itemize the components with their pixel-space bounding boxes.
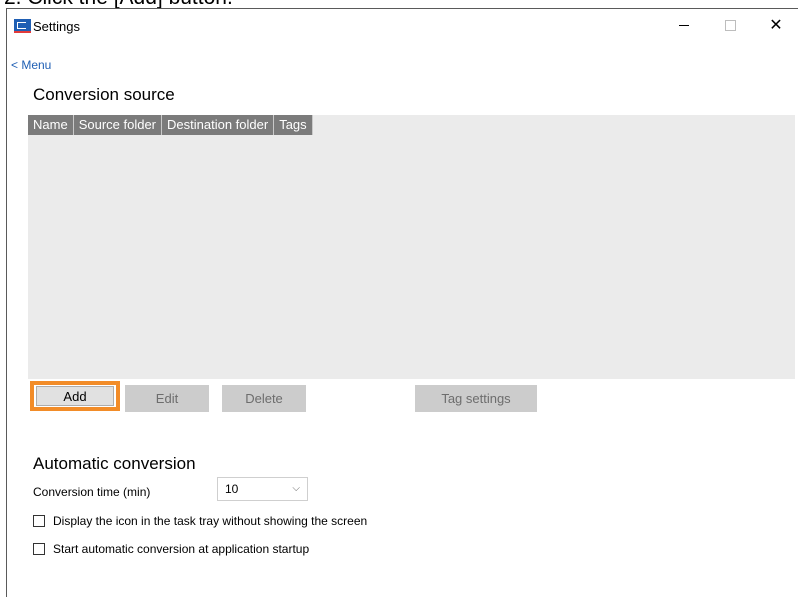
- edit-button[interactable]: Edit: [125, 385, 209, 412]
- instruction-caption: 2. Click the [Add] button.: [0, 0, 798, 8]
- close-button[interactable]: ✕: [753, 9, 798, 41]
- conversion-time-label: Conversion time (min): [33, 485, 151, 499]
- menu-back-link[interactable]: < Menu: [11, 58, 51, 72]
- startup-option-label: Start automatic conversion at applicatio…: [53, 542, 310, 556]
- add-button[interactable]: Add: [30, 381, 120, 411]
- conversion-source-table[interactable]: Name Source folder Destination folder Ta…: [28, 115, 795, 379]
- conversion-time-value: 10: [225, 482, 239, 496]
- conversion-time-select[interactable]: 10 ⌵: [217, 477, 308, 501]
- add-button-label: Add: [36, 386, 114, 406]
- startup-option-checkbox[interactable]: [33, 543, 45, 555]
- settings-window: Settings ✕ < Menu Conversion source Name…: [6, 8, 798, 597]
- minimize-button[interactable]: [661, 9, 707, 41]
- tray-option-label: Display the icon in the task tray withou…: [53, 514, 368, 528]
- column-header-destination-folder[interactable]: Destination folder: [162, 115, 275, 135]
- automatic-conversion-title: Automatic conversion: [33, 454, 196, 473]
- app-icon: [14, 19, 31, 33]
- maximize-button[interactable]: [707, 9, 753, 41]
- startup-option-row[interactable]: Start automatic conversion at applicatio…: [33, 542, 309, 556]
- column-header-tags[interactable]: Tags: [274, 115, 313, 135]
- tag-settings-button[interactable]: Tag settings: [415, 385, 537, 412]
- minimize-icon: [679, 24, 689, 26]
- window-title: Settings: [33, 19, 80, 34]
- column-header-source-folder[interactable]: Source folder: [73, 115, 163, 135]
- maximize-icon: [724, 19, 736, 31]
- conversion-source-title: Conversion source: [33, 85, 175, 104]
- column-header-name[interactable]: Name: [28, 115, 74, 135]
- table-header: Name Source folder Destination folder Ta…: [28, 115, 313, 135]
- tray-option-row[interactable]: Display the icon in the task tray withou…: [33, 514, 367, 528]
- tray-option-checkbox[interactable]: [33, 515, 45, 527]
- title-bar: Settings ✕: [7, 9, 798, 41]
- delete-button[interactable]: Delete: [222, 385, 306, 412]
- close-icon: ✕: [769, 15, 783, 34]
- chevron-down-icon: ⌵: [292, 483, 300, 494]
